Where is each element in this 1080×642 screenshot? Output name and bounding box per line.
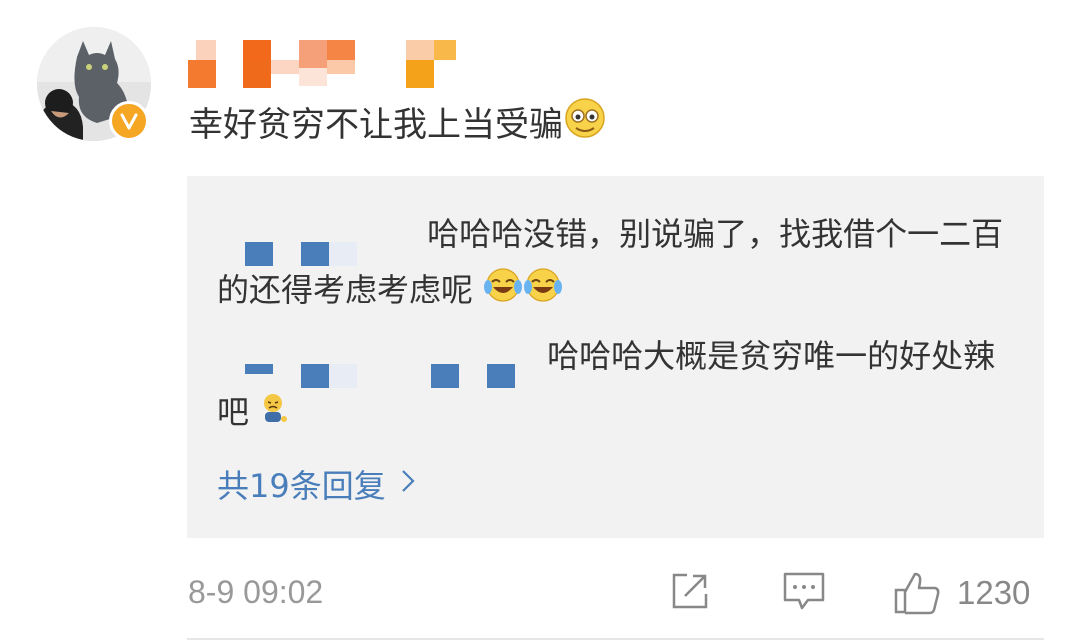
sad-sitting-emoji-icon: [259, 386, 289, 442]
like-count: 1230: [957, 574, 1031, 611]
comment-body: 幸好贫穷不让我上当受骗: [189, 105, 563, 145]
timestamp: 8-9 09:02: [188, 574, 324, 610]
reply-item[interactable]: 哈哈哈没错，别说骗了，找我借个一二百的还得考虑考虑呢: [217, 206, 1017, 320]
tears-of-joy-emoji-icon: [483, 264, 523, 320]
divider: [187, 638, 1044, 640]
share-icon: [672, 573, 708, 609]
crying-laughing-eyes-emoji-icon: [563, 96, 607, 154]
username-pixelated[interactable]: [188, 40, 458, 88]
like-button[interactable]: 1230: [893, 570, 1030, 616]
reply-count-label: 共19条回复: [217, 467, 386, 505]
thumbs-up-icon: [894, 572, 940, 615]
chevron-right-icon: [400, 467, 416, 502]
reply-username-pixelated[interactable]: [217, 216, 417, 266]
replies-panel[interactable]: 哈哈哈没错，别说骗了，找我借个一二百的还得考虑考虑呢 哈哈哈大概是贫穷唯一的好处…: [187, 176, 1044, 538]
comment-button[interactable]: [782, 570, 826, 612]
share-button[interactable]: [669, 570, 711, 612]
verified-badge-icon: [109, 101, 149, 141]
reply-item[interactable]: 哈哈哈大概是贫穷唯一的好处辣吧: [217, 328, 1017, 442]
comment-icon: [783, 572, 825, 610]
view-all-replies-link[interactable]: 共19条回复: [217, 461, 416, 507]
comment-text: 幸好贫穷不让我上当受骗: [189, 96, 607, 154]
reply-username-pixelated[interactable]: [217, 338, 537, 388]
tears-of-joy-emoji-icon: [523, 264, 563, 320]
